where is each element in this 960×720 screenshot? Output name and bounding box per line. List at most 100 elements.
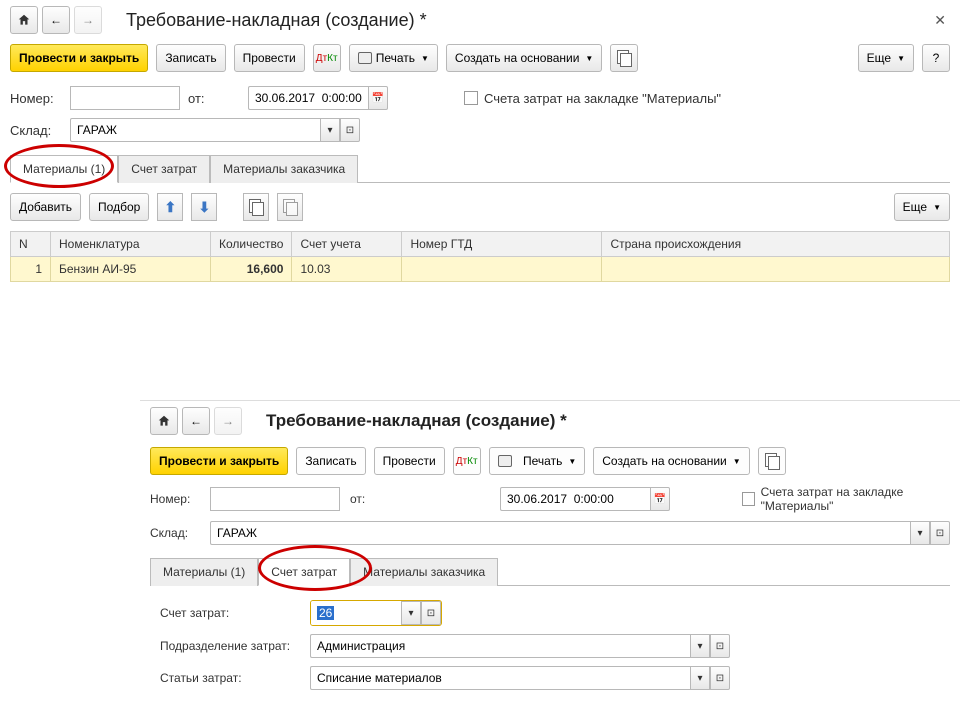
materials-checkbox-label[interactable]: Счета затрат на закладке "Материалы" — [742, 485, 950, 513]
link-icon: ⊡ — [936, 528, 944, 539]
open-button[interactable]: ⊡ — [421, 601, 441, 625]
tab-materials[interactable]: Материалы (1) — [150, 558, 258, 586]
home-button[interactable] — [10, 6, 38, 34]
add-button[interactable]: Добавить — [10, 193, 81, 221]
save-button[interactable]: Записать — [156, 44, 225, 72]
tab-cost-account[interactable]: Счет затрат — [118, 155, 210, 183]
window-title: Требование-накладная (создание) * — [126, 10, 427, 31]
chevron-down-icon: ▼ — [733, 457, 741, 466]
cell-country — [602, 257, 950, 282]
close-icon[interactable]: ✕ — [934, 12, 946, 29]
col-country[interactable]: Страна происхождения — [602, 232, 950, 257]
post-button[interactable]: Провести — [234, 44, 305, 72]
date-input[interactable] — [248, 86, 368, 110]
open-button[interactable]: ⊡ — [710, 666, 730, 690]
post-and-close-button[interactable]: Провести и закрыть — [150, 447, 288, 475]
paste-button[interactable] — [277, 193, 303, 221]
copy-button[interactable] — [243, 193, 269, 221]
back-button[interactable]: ← — [182, 407, 210, 435]
select-button[interactable]: Подбор — [89, 193, 149, 221]
warehouse-row-2: Склад: ▾ ⊡ — [140, 517, 960, 549]
warehouse-input[interactable] — [210, 521, 910, 545]
save-button[interactable]: Записать — [296, 447, 365, 475]
cell-qty[interactable]: 16,600 — [211, 257, 292, 282]
number-input[interactable] — [210, 487, 340, 511]
chevron-down-icon: ▾ — [697, 641, 702, 652]
move-down-button[interactable]: ⬇ — [191, 193, 217, 221]
table-row[interactable]: 1 Бензин АИ-95 16,600 10.03 — [11, 257, 950, 282]
warehouse-label: Склад: — [10, 123, 62, 138]
from-label: от: — [350, 492, 490, 506]
cost-account-input[interactable]: 26 — [311, 601, 401, 625]
home-icon — [157, 414, 171, 428]
move-up-button[interactable]: ⬆ — [157, 193, 183, 221]
printer-icon — [498, 455, 512, 467]
dept-input[interactable] — [310, 634, 690, 658]
chevron-down-icon: ▾ — [327, 125, 332, 136]
create-based-button[interactable]: Создать на основании▼ — [593, 447, 749, 475]
post-button[interactable]: Провести — [374, 447, 445, 475]
arrow-up-icon: ⬆ — [164, 199, 176, 216]
more-button[interactable]: Еще▼ — [858, 44, 914, 72]
window-2: ← → Требование-накладная (создание) * Пр… — [140, 400, 960, 704]
create-based-button[interactable]: Создать на основании▼ — [446, 44, 602, 72]
col-gtd[interactable]: Номер ГТД — [402, 232, 602, 257]
warehouse-input[interactable] — [70, 118, 320, 142]
nav-toolbar-2: ← → Требование-накладная (создание) * — [140, 401, 960, 441]
dropdown-button[interactable]: ▾ — [690, 634, 710, 658]
chevron-down-icon: ▾ — [697, 673, 702, 684]
help-button[interactable]: ? — [922, 44, 950, 72]
number-row-2: Номер: от: 📅 Счета затрат на закладке "М… — [140, 481, 960, 517]
dropdown-button[interactable]: ▾ — [910, 521, 930, 545]
tab-cost-account[interactable]: Счет затрат — [258, 558, 350, 586]
window-title-2: Требование-накладная (создание) * — [266, 411, 567, 431]
tab-customer-materials[interactable]: Материалы заказчика — [350, 558, 498, 586]
cost-item-input[interactable] — [310, 666, 690, 690]
open-button[interactable]: ⊡ — [710, 634, 730, 658]
materials-toolbar: Добавить Подбор ⬆ ⬇ Еще▼ — [0, 183, 960, 231]
attachment-button[interactable] — [758, 447, 786, 475]
col-n[interactable]: N — [11, 232, 51, 257]
materials-checkbox-label[interactable]: Счета затрат на закладке "Материалы" — [464, 91, 721, 106]
home-button[interactable] — [150, 407, 178, 435]
open-button[interactable]: ⊡ — [930, 521, 950, 545]
link-icon: ⊡ — [427, 608, 435, 619]
dropdown-button[interactable]: ▾ — [320, 118, 340, 142]
open-button[interactable]: ⊡ — [340, 118, 360, 142]
col-nomenclature[interactable]: Номенклатура — [51, 232, 211, 257]
date-picker-button[interactable]: 📅 — [368, 86, 388, 110]
number-input[interactable] — [70, 86, 180, 110]
chevron-down-icon: ▾ — [917, 528, 922, 539]
number-label: Номер: — [150, 492, 200, 506]
post-and-close-button[interactable]: Провести и закрыть — [10, 44, 148, 72]
warehouse-field-group: ▾ ⊡ — [210, 521, 950, 545]
cell-gtd — [402, 257, 602, 282]
forward-button[interactable]: → — [74, 6, 102, 34]
cost-account-label: Счет затрат: — [160, 606, 300, 620]
action-bar: Провести и закрыть Записать Провести ДтК… — [0, 40, 960, 82]
dt-kt-icon: ДтКт — [456, 456, 478, 467]
dt-kt-button[interactable]: ДтКт — [313, 44, 341, 72]
more-button-2[interactable]: Еще▼ — [894, 193, 950, 221]
dt-kt-icon: ДтКт — [316, 53, 338, 64]
dropdown-button[interactable]: ▾ — [401, 601, 421, 625]
col-account[interactable]: Счет учета — [292, 232, 402, 257]
tab-customer-materials[interactable]: Материалы заказчика — [210, 155, 358, 183]
cost-account-group: 26 ▾ ⊡ — [310, 600, 442, 626]
tab-materials[interactable]: Материалы (1) — [10, 155, 118, 183]
chevron-down-icon: ▼ — [585, 54, 593, 63]
print-button[interactable]: Печать▼ — [349, 44, 438, 72]
date-input[interactable] — [500, 487, 650, 511]
number-label: Номер: — [10, 91, 62, 106]
arrow-left-icon: ← — [50, 13, 62, 27]
print-button[interactable]: Печать▼ — [489, 447, 586, 475]
date-picker-button[interactable]: 📅 — [650, 487, 670, 511]
chevron-down-icon: ▼ — [933, 203, 941, 212]
checkbox-icon — [742, 492, 754, 506]
col-qty[interactable]: Количество — [211, 232, 292, 257]
forward-button[interactable]: → — [214, 407, 242, 435]
dropdown-button[interactable]: ▾ — [690, 666, 710, 690]
back-button[interactable]: ← — [42, 6, 70, 34]
attachment-button[interactable] — [610, 44, 638, 72]
dt-kt-button[interactable]: ДтКт — [453, 447, 481, 475]
